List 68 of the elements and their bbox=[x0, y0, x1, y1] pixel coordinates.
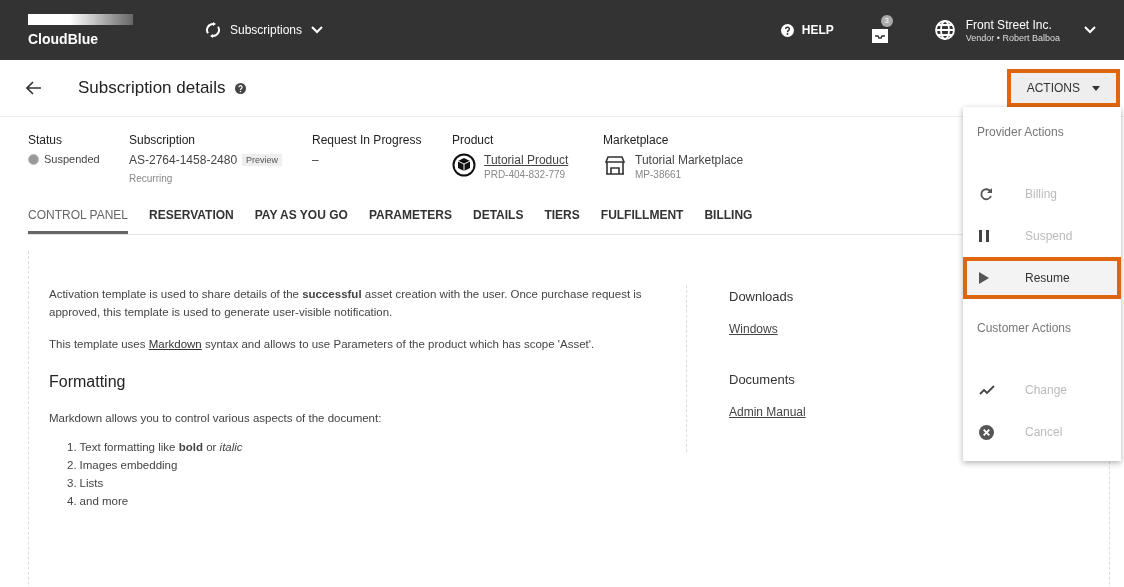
account-name: Front Street Inc. bbox=[965, 17, 1053, 32]
paragraph: This template uses Markdown syntax and allows to use Parameters of the product which has scope 'Asset'. bbox=[49, 337, 596, 352]
document-link[interactable]: Admin Manual bbox=[729, 405, 806, 419]
list-item: and more bbox=[79, 495, 129, 507]
tab[interactable]: TIERS bbox=[544, 195, 580, 234]
paragraph: Markdown allows you to control various aspects of the document: bbox=[49, 411, 383, 426]
help-icon[interactable] bbox=[235, 82, 247, 94]
item-id: PRD-404-832-779 bbox=[484, 169, 567, 180]
side-heading: Documents bbox=[729, 372, 795, 387]
list-number: 2. bbox=[67, 459, 77, 471]
list-item: Images embedding bbox=[79, 459, 178, 471]
notification-count: 3 bbox=[880, 15, 893, 27]
paragraph: Activation template is used to share details of the successful asset creation with the user. Once purchase request is approved, this template is used to generate user-visible notification. bbox=[49, 287, 643, 320]
field-label: Subscription bbox=[129, 133, 197, 147]
help-icon bbox=[780, 23, 794, 37]
caret-icon bbox=[1092, 85, 1100, 91]
list-number: 1. bbox=[67, 441, 77, 453]
tab[interactable]: RESERVATION bbox=[149, 195, 234, 234]
account-role: Vendor • Robert Balboa bbox=[965, 32, 1060, 43]
tab[interactable]: FULFILLMENT bbox=[600, 195, 684, 234]
menu-section-title: Customer Actions bbox=[976, 320, 1073, 337]
status-value: Suspended bbox=[44, 153, 100, 165]
preview-badge: Preview bbox=[242, 154, 283, 166]
document-link[interactable]: Windows bbox=[729, 322, 778, 336]
list-item: Text formatting like bold or italic bbox=[79, 441, 243, 453]
store-icon bbox=[603, 153, 627, 177]
tab[interactable]: CONTROL PANEL bbox=[28, 195, 129, 234]
list-item: Lists bbox=[79, 477, 104, 489]
subscription-type: Recurring bbox=[129, 173, 174, 184]
field-label: Product bbox=[452, 133, 495, 147]
list-number: 3. bbox=[67, 477, 77, 489]
side-heading: Downloads bbox=[729, 289, 794, 304]
markdown-link[interactable]: Markdown bbox=[148, 338, 202, 350]
logo: CloudBlue bbox=[28, 30, 99, 47]
logo-gradient-icon bbox=[28, 13, 133, 25]
cube-icon bbox=[452, 153, 476, 177]
refresh-icon bbox=[979, 187, 993, 201]
play-icon bbox=[979, 272, 989, 284]
marketplace-name: Tutorial Marketplace bbox=[635, 153, 744, 167]
cancel-icon bbox=[979, 424, 994, 440]
tab[interactable]: PARAMETERS bbox=[368, 195, 452, 234]
product-link[interactable]: Tutorial Product bbox=[484, 153, 569, 167]
list-number: 4. bbox=[67, 495, 77, 507]
field-label: Request In Progress bbox=[312, 133, 423, 147]
actions-button[interactable]: ACTIONS bbox=[1008, 71, 1118, 105]
tab[interactable]: BILLING bbox=[704, 195, 753, 234]
field-label: Marketplace bbox=[603, 133, 670, 147]
module-switcher[interactable]: Subscriptions bbox=[205, 22, 324, 38]
sync-icon bbox=[205, 22, 221, 38]
page-title: Subscription details bbox=[78, 78, 226, 98]
chevron-down-icon bbox=[311, 26, 324, 34]
pause-icon bbox=[979, 230, 989, 242]
subscription-id: AS-2764-1458-2480 bbox=[129, 153, 238, 167]
request-value: – bbox=[312, 153, 320, 167]
status-dot-icon bbox=[28, 153, 39, 165]
section-heading: Formatting bbox=[49, 373, 127, 391]
chevron-down-icon bbox=[1084, 26, 1096, 34]
item-id: MP-38661 bbox=[635, 169, 683, 180]
tab[interactable]: PAY AS YOU GO bbox=[254, 195, 348, 234]
back-arrow-icon[interactable] bbox=[26, 81, 42, 95]
globe-icon bbox=[933, 19, 956, 41]
tab[interactable]: DETAILS bbox=[473, 195, 524, 234]
trend-line-icon bbox=[979, 385, 995, 395]
help-button[interactable]: HELP bbox=[780, 23, 834, 37]
menu-section-title: Provider Actions bbox=[976, 124, 1065, 141]
account-switcher[interactable]: Front Street Inc. Vendor • Robert Balboa bbox=[933, 17, 1096, 43]
menu-item[interactable]: Resume bbox=[963, 257, 1121, 299]
field-label: Status bbox=[28, 133, 64, 147]
